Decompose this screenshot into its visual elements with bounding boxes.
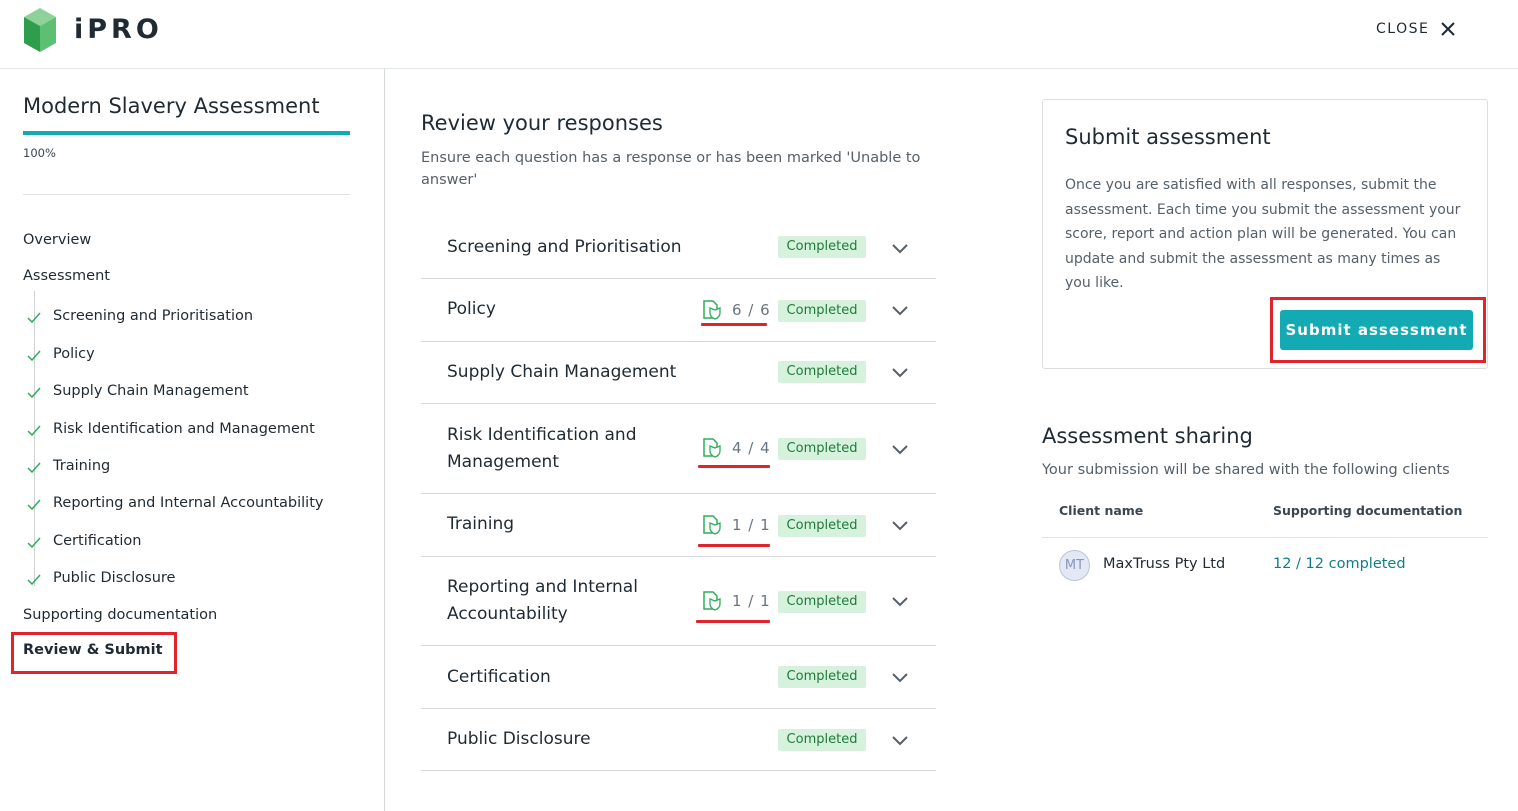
check-icon — [27, 462, 41, 474]
check-icon — [27, 537, 41, 549]
chevron-down-icon[interactable] — [891, 304, 909, 316]
close-label: CLOSE — [1376, 21, 1430, 37]
section-title: Reporting and Internal — [447, 577, 638, 597]
document-shield-icon — [703, 515, 721, 535]
section-row[interactable]: Supply Chain Management Completed — [421, 342, 936, 404]
section-row[interactable]: Reporting and Internal Accountability 1 … — [421, 557, 936, 646]
document-shield-icon — [703, 591, 721, 611]
check-icon — [27, 312, 41, 324]
doc-count-text: 1 / 1 — [732, 516, 771, 534]
section-row[interactable]: Risk Identification and Management 4 / 4… — [421, 404, 936, 494]
doc-count-text: 1 / 1 — [732, 592, 771, 610]
table-header-divider — [1042, 537, 1488, 538]
column-header-docs: Supporting documentation — [1273, 503, 1463, 518]
nav-training[interactable]: Training — [53, 458, 110, 474]
section-row[interactable]: Public Disclosure Completed — [421, 709, 936, 771]
progress-bar — [23, 131, 350, 135]
chevron-down-icon[interactable] — [891, 242, 909, 254]
submit-card-text: Once you are satisfied with all response… — [1065, 177, 1461, 291]
nav-policy[interactable]: Policy — [53, 346, 95, 362]
document-shield-icon — [703, 300, 721, 320]
section-title-line2: Accountability — [447, 604, 568, 624]
section-title: Training — [447, 514, 515, 534]
highlight-underline — [698, 544, 770, 547]
section-title: Screening and Prioritisation — [447, 237, 682, 257]
status-badge: Completed — [778, 300, 866, 322]
nav-supply-chain[interactable]: Supply Chain Management — [53, 383, 249, 399]
chevron-down-icon[interactable] — [891, 671, 909, 683]
close-button[interactable]: CLOSE — [1376, 20, 1457, 38]
review-title: Review your responses — [421, 111, 663, 135]
doc-count: 1 / 1 — [702, 515, 771, 535]
sharing-title: Assessment sharing — [1042, 424, 1253, 448]
nav-screening[interactable]: Screening and Prioritisation — [53, 308, 253, 324]
highlight-box — [11, 632, 177, 674]
status-badge: Completed — [778, 515, 866, 537]
sidebar: Modern Slavery Assessment 100% Overview … — [0, 69, 385, 811]
status-badge: Completed — [778, 438, 866, 460]
sharing-subtitle: Your submission will be shared with the … — [1042, 462, 1450, 478]
brand-name: iPRO — [74, 14, 163, 45]
chevron-down-icon[interactable] — [891, 734, 909, 746]
client-name: MaxTruss Pty Ltd — [1103, 556, 1226, 572]
avatar: MT — [1059, 550, 1090, 581]
section-title: Risk Identification and — [447, 425, 637, 445]
doc-count: 1 / 1 — [702, 591, 771, 611]
section-title: Supply Chain Management — [447, 362, 677, 382]
section-title: Policy — [447, 299, 496, 319]
nav-certification[interactable]: Certification — [53, 533, 142, 549]
client-docs-status: 12 / 12 completed — [1273, 556, 1406, 572]
nav-supporting-documentation[interactable]: Supporting documentation — [23, 607, 217, 623]
check-icon — [27, 350, 41, 362]
section-row[interactable]: Policy 6 / 6 Completed — [421, 279, 936, 342]
section-row[interactable]: Certification Completed — [421, 646, 936, 709]
status-badge: Completed — [778, 729, 866, 751]
highlight-underline — [696, 620, 770, 623]
highlight-underline — [698, 465, 770, 468]
section-row[interactable]: Training 1 / 1 Completed — [421, 494, 936, 557]
nav-public-disclosure[interactable]: Public Disclosure — [53, 570, 175, 586]
section-title: Public Disclosure — [447, 729, 591, 749]
top-header: iPRO CLOSE — [0, 0, 1518, 69]
doc-count: 6 / 6 — [702, 300, 771, 320]
chevron-down-icon[interactable] — [891, 366, 909, 378]
status-badge: Completed — [778, 666, 866, 688]
divider — [23, 194, 350, 195]
chevron-down-icon[interactable] — [891, 443, 909, 455]
section-title-line2: Management — [447, 452, 559, 472]
close-icon — [1441, 22, 1456, 36]
doc-count-text: 6 / 6 — [732, 301, 771, 319]
highlight-box — [1270, 297, 1486, 363]
check-icon — [27, 425, 41, 437]
status-badge: Completed — [778, 236, 866, 258]
column-header-client: Client name — [1059, 503, 1144, 518]
progress-percent: 100% — [23, 146, 56, 160]
highlight-underline — [701, 323, 767, 326]
assessment-title: Modern Slavery Assessment — [23, 94, 320, 118]
status-badge: Completed — [778, 361, 866, 383]
nav-reporting[interactable]: Reporting and Internal Accountability — [53, 495, 323, 511]
document-shield-icon — [703, 438, 721, 458]
review-subtitle: Ensure each question has a response or h… — [421, 150, 921, 188]
submit-card-title: Submit assessment — [1065, 125, 1271, 149]
chevron-down-icon[interactable] — [891, 595, 909, 607]
section-title: Certification — [447, 667, 551, 687]
status-badge: Completed — [778, 591, 866, 613]
nav-assessment[interactable]: Assessment — [23, 268, 110, 284]
doc-count-text: 4 / 4 — [732, 439, 771, 457]
check-icon — [27, 499, 41, 511]
check-icon — [27, 574, 41, 586]
ipro-logo-icon — [24, 8, 56, 52]
nav-risk[interactable]: Risk Identification and Management — [53, 421, 315, 437]
doc-count: 4 / 4 — [702, 438, 771, 458]
section-row[interactable]: Screening and Prioritisation Completed — [421, 217, 936, 279]
check-icon — [27, 387, 41, 399]
nav-overview[interactable]: Overview — [23, 232, 91, 248]
chevron-down-icon[interactable] — [891, 519, 909, 531]
